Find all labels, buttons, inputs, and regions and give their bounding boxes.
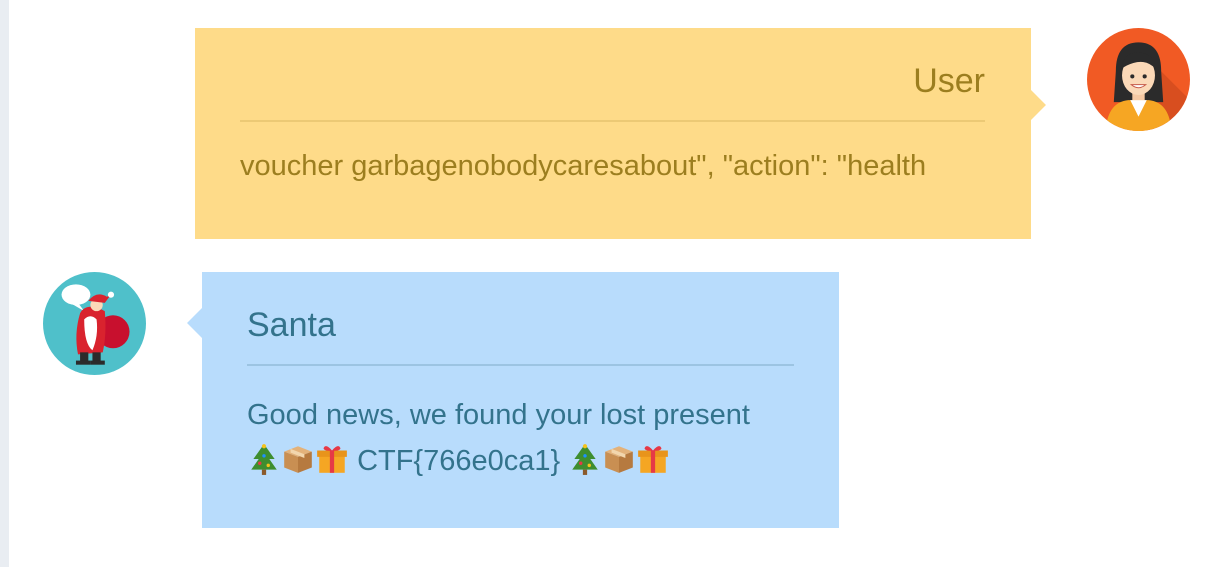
santa-bubble-pointer <box>187 306 221 340</box>
santa-message-text: Good news, we found your lost present CT… <box>247 392 819 484</box>
package-icon <box>605 446 634 473</box>
user-sender-name: User <box>913 62 985 100</box>
santa-message-line: Good news, we found your lost present <box>247 399 750 431</box>
user-message-text: voucher garbagenobodycaresabout", "actio… <box>240 150 927 182</box>
user-avatar-icon <box>1087 28 1190 131</box>
package-icon <box>284 446 312 473</box>
user-message-bubble: User voucher garbagenobodycaresabout", "… <box>195 28 1046 239</box>
santa-message-divider <box>247 364 794 366</box>
christmas-tree-icon <box>572 444 599 475</box>
gift-icon <box>317 446 347 473</box>
christmas-tree-icon <box>251 444 277 475</box>
santa-avatar-icon <box>43 272 146 375</box>
user-message-divider <box>240 120 985 122</box>
santa-flag-line: CTF{766e0ca1} <box>247 438 819 484</box>
user-bubble-pointer <box>1012 88 1046 122</box>
left-edge-strip <box>0 0 9 567</box>
gift-icon <box>638 446 669 473</box>
santa-sender-name: Santa <box>247 306 336 344</box>
santa-message-bubble: Santa Good news, we found your lost pres… <box>187 272 839 528</box>
ctf-flag-text: CTF{766e0ca1} <box>357 445 561 477</box>
